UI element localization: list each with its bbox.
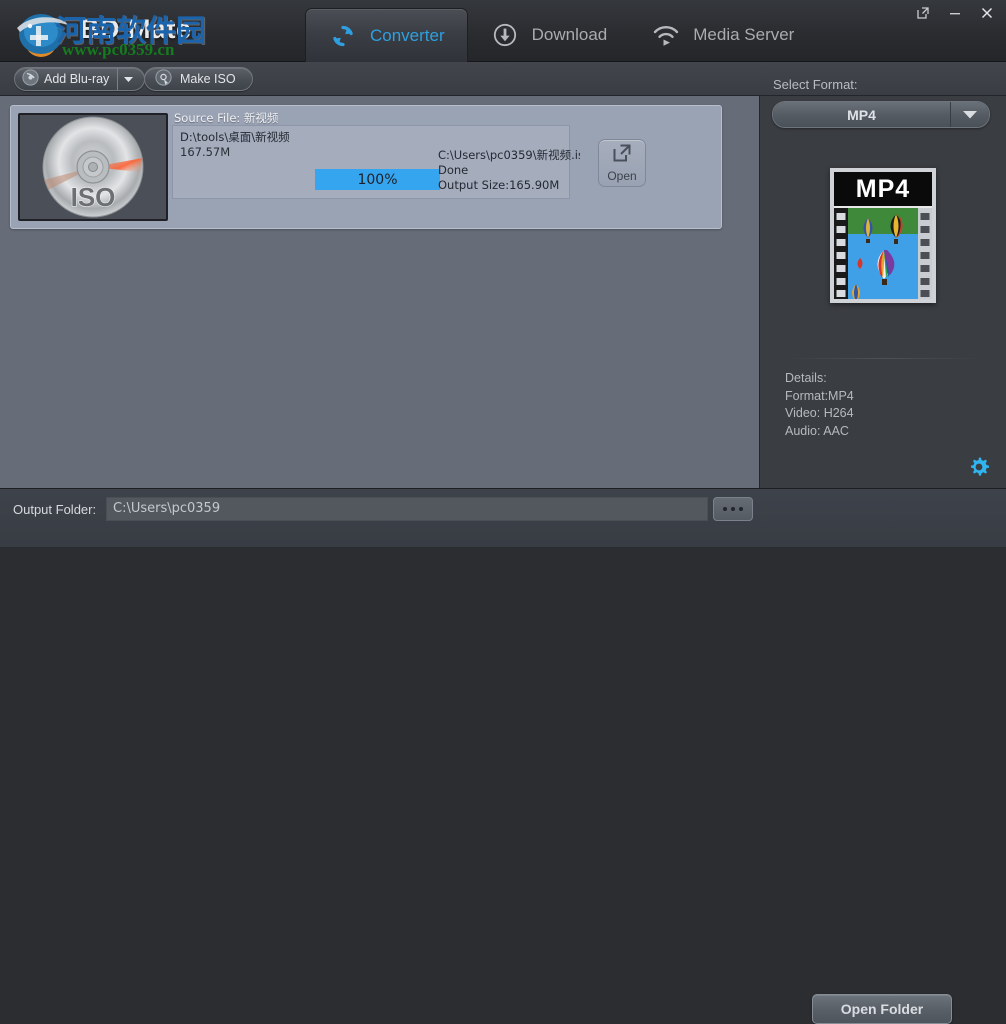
convert-refresh-icon [328,21,358,51]
iso-disc-icon [155,69,172,89]
window-controls [908,2,1002,24]
app-logo: BD Mate [6,2,236,60]
open-button[interactable]: Open [598,139,646,187]
svg-text:ISO: ISO [71,182,116,212]
tab-download[interactable]: Download [468,8,630,62]
close-window-button[interactable] [972,3,1002,23]
download-circle-icon [490,20,520,50]
restore-window-button[interactable] [908,3,938,23]
app-logo-icon [12,8,74,60]
select-format-label: Select Format: [773,77,858,92]
title-bar: BD Mate 河南软件园 www.pc0359.cn Converter Do… [0,0,1006,62]
output-folder-input[interactable]: C:\Users\pc0359 [106,497,708,521]
tab-media-server[interactable]: Media Server [629,8,816,62]
tab-media-server-label: Media Server [693,25,795,44]
file-progress-box: D:\tools\桌面\新视频 167.57M 100% C:\Users\pc… [172,125,580,199]
details-video: Video: H264 [785,406,854,420]
ellipsis-dot-icon [739,507,743,511]
output-info: C:\Users\pc0359\新视频.iso Done Output Size… [438,148,580,193]
wifi-cast-icon [651,20,681,50]
details-title: Details: [785,371,827,385]
chevron-down-icon[interactable] [951,102,989,127]
tab-converter[interactable]: Converter [305,8,468,62]
add-bluray-button[interactable]: Add Blu-ray [14,67,146,91]
format-select-value: MP4 [773,102,951,127]
file-list-area: ISO Source File: 新视频 D:\tools\桌面\新视频 167… [0,96,760,488]
format-details: Details: Format:MP4 Video: H264 Audio: A… [785,370,854,440]
open-folder-button[interactable]: Open Folder [812,994,952,1024]
browse-folder-button[interactable] [713,497,753,521]
main-tabs: Converter Download Media Server [305,8,816,62]
add-bluray-dropdown-button[interactable] [118,68,138,90]
gear-icon[interactable] [968,456,990,478]
make-iso-button[interactable]: Make ISO [144,67,253,91]
progress-track: 100% [315,169,440,190]
details-format: Format:MP4 [785,388,854,403]
iso-thumbnail: ISO [18,113,168,221]
application-window: BD Mate 河南软件园 www.pc0359.cn Converter Do… [0,0,1006,1024]
panel-divider [782,358,986,359]
format-select[interactable]: MP4 [772,101,990,128]
output-size: Output Size:165.90M [438,178,560,192]
status-badge: Done [438,163,469,177]
format-thumbnail-label: MP4 [834,172,932,208]
tab-converter-label: Converter [370,25,445,45]
details-audio: Audio: AAC [785,423,849,438]
format-panel: Select Format: MP4 MP4 Details: Format:M… [760,77,1006,488]
progress-bar: 100% [315,169,440,190]
open-button-label: Open [607,169,637,183]
ellipsis-dot-icon [731,507,735,511]
source-file-label: Source File: 新视频 [174,111,279,125]
disc-icon: ISO [42,116,144,218]
output-folder-label: Output Folder: [13,502,97,517]
tab-download-label: Download [531,25,608,44]
table-row[interactable]: ISO Source File: 新视频 D:\tools\桌面\新视频 167… [10,105,722,229]
source-size: 167.57M [180,145,231,159]
format-thumbnail-image: MP4 [834,172,932,299]
source-info: D:\tools\桌面\新视频 167.57M [180,130,430,160]
minimize-window-button[interactable] [940,3,970,23]
format-thumbnail: MP4 [830,168,936,303]
output-path: C:\Users\pc0359\新视频.iso [438,148,580,162]
ellipsis-dot-icon [723,507,727,511]
bluray-disc-icon [22,69,39,89]
external-link-icon [612,143,632,168]
bottom-bar: Output Folder: C:\Users\pc0359 Open Fold… [0,488,1006,1024]
add-bluray-label: Add Blu-ray [44,72,110,86]
make-iso-label: Make ISO [180,72,236,86]
file-row-content: Source File: 新视频 D:\tools\桌面\新视频 167.57M… [168,106,721,228]
app-title: BD Mate [80,14,192,44]
source-path: D:\tools\桌面\新视频 [180,130,290,144]
